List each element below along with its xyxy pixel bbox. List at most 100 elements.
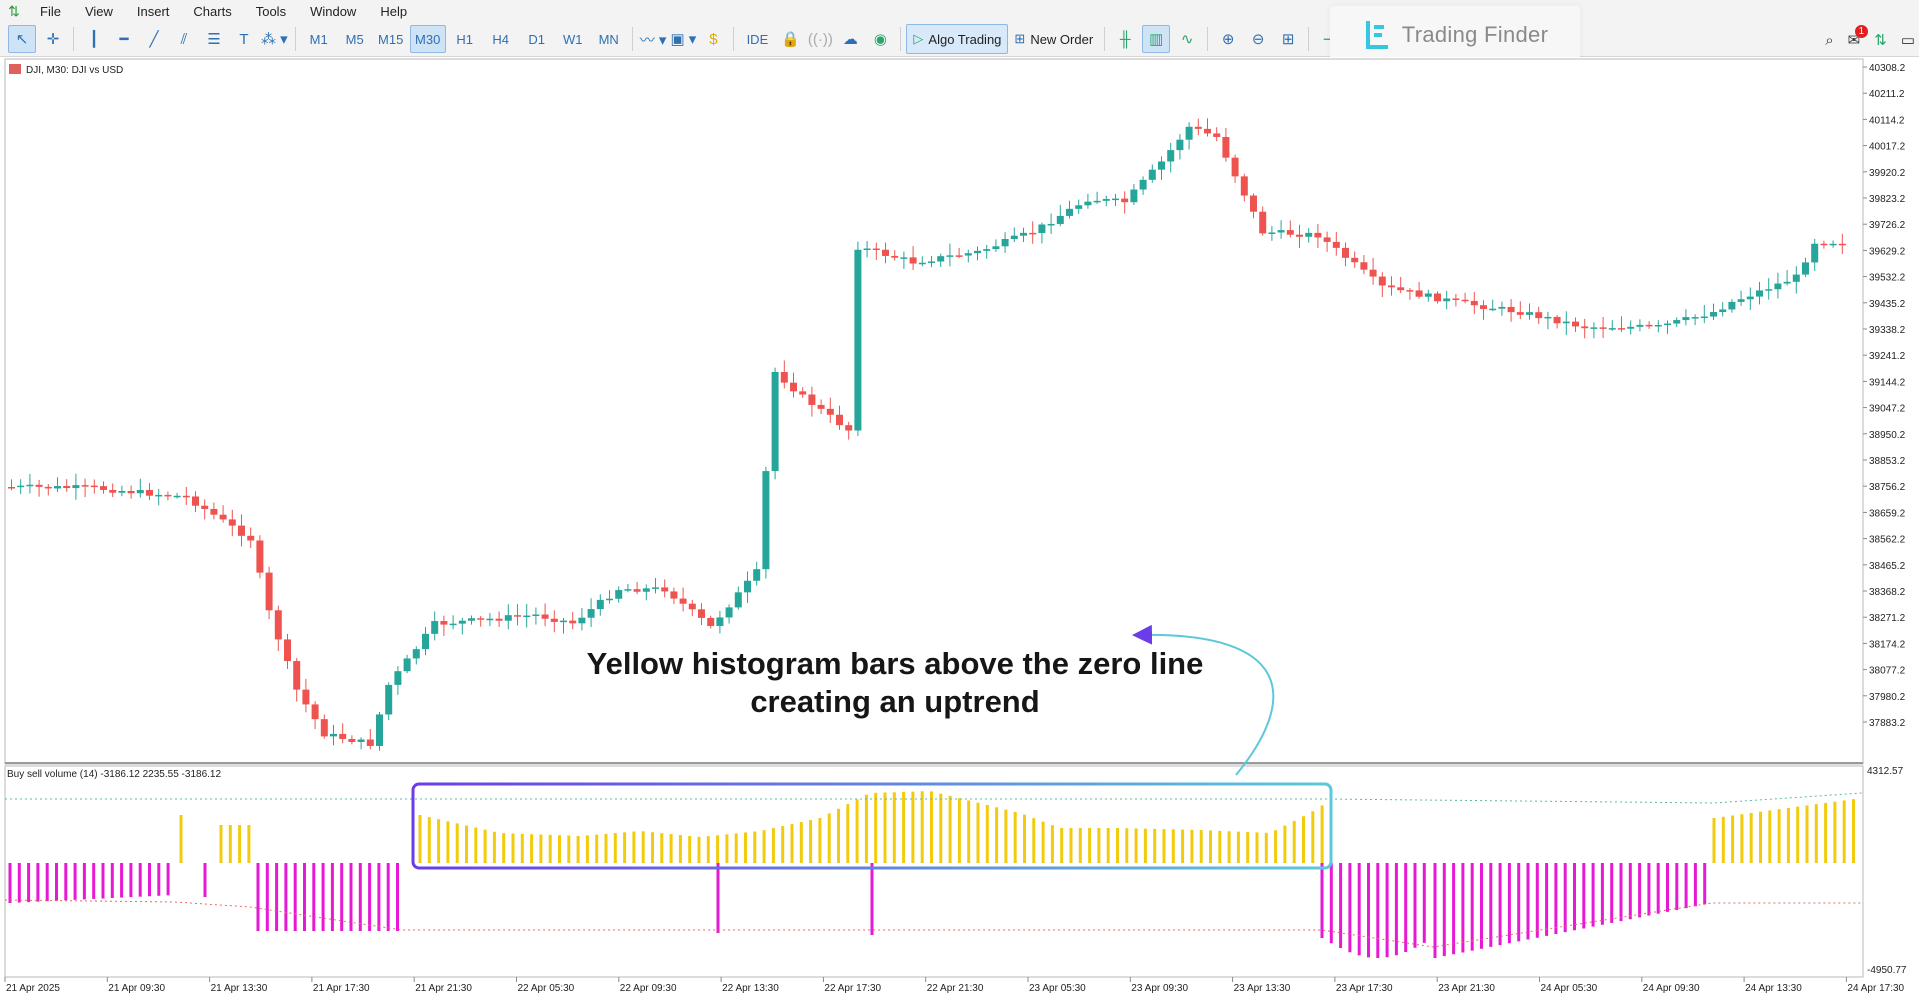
candle-body <box>596 599 604 610</box>
candle-body <box>679 598 687 604</box>
menu-help[interactable]: Help <box>368 4 419 19</box>
line-chart-icon[interactable]: ∿ <box>1174 26 1200 52</box>
menu-charts[interactable]: Charts <box>181 4 243 19</box>
timeframe-m1[interactable]: M1 <box>302 26 336 52</box>
search-icon[interactable]: ⌕ <box>1825 32 1833 49</box>
text-tool-icon[interactable]: T <box>231 26 257 52</box>
candle-body <box>928 261 935 263</box>
candle-body <box>1213 133 1221 137</box>
grid-icon[interactable]: ⊞ <box>1275 26 1301 52</box>
price-tick-label: 39726.2 <box>1869 220 1906 231</box>
candle-body <box>974 250 981 254</box>
lock-icon[interactable]: 🔒 <box>777 26 803 52</box>
candle-body <box>422 633 429 650</box>
new-order-icon: ⊞ <box>1014 31 1026 46</box>
candle-body <box>1056 215 1064 224</box>
notifications-icon[interactable]: ✉ 1 <box>1848 25 1869 49</box>
candle-body <box>320 719 328 737</box>
price-tick-label: 38174.2 <box>1869 639 1906 650</box>
candle-body <box>900 257 908 259</box>
shapes-icon[interactable]: ⁂ ▾ <box>261 26 288 52</box>
candle-body <box>201 505 209 509</box>
candle-body <box>1286 230 1294 235</box>
crosshair-icon[interactable]: ✛ <box>40 26 66 52</box>
candle-body <box>1332 241 1340 248</box>
trendline-icon[interactable]: ╱ <box>141 26 167 52</box>
candlestick-icon[interactable]: ▥ <box>1142 25 1171 53</box>
timeframe-mn[interactable]: MN <box>592 26 626 52</box>
time-tick-label: 24 Apr 09:30 <box>1643 983 1700 994</box>
channel-icon[interactable]: ⫽ <box>171 26 197 52</box>
candle-body <box>458 620 466 624</box>
candle-body <box>1443 298 1451 302</box>
chart-area[interactable]: 40308.2 40211.2 40114.2 40017.2 39920.2 39823… <box>0 57 1919 996</box>
time-tick-label: 23 Apr 05:30 <box>1029 983 1086 994</box>
candle-body <box>228 519 236 526</box>
timeframe-m5[interactable]: M5 <box>338 26 372 52</box>
timeframe-d1[interactable]: D1 <box>520 26 554 52</box>
candle-body <box>1397 287 1405 291</box>
menu-view[interactable]: View <box>73 4 125 19</box>
zoom-out-icon[interactable]: ⊖ <box>1245 26 1271 52</box>
candle-body <box>1047 223 1055 226</box>
cloud-icon[interactable]: ☁ <box>837 26 863 52</box>
time-tick-label: 23 Apr 17:30 <box>1336 983 1393 994</box>
candle-body <box>587 609 595 618</box>
candle-body <box>514 615 521 617</box>
candle-body <box>1838 243 1846 246</box>
candle-body <box>523 615 531 618</box>
fibonacci-icon[interactable]: ☰ <box>201 26 227 52</box>
candle-body <box>1139 179 1147 190</box>
candle-body <box>1194 126 1202 129</box>
bar-chart-icon[interactable]: ╫ <box>1112 26 1138 52</box>
cursor-icon[interactable]: ↖ <box>8 25 36 53</box>
price-tick-label: 39241.2 <box>1869 351 1906 362</box>
timeframe-w1[interactable]: W1 <box>556 26 590 52</box>
candle-body <box>716 617 724 626</box>
symbol-label: DJI, M30: DJI vs USD <box>26 65 123 76</box>
candle-body <box>1535 312 1543 319</box>
indicators-icon[interactable]: 〰 ▾ <box>640 26 667 52</box>
candle-body <box>606 598 613 601</box>
candle-body <box>882 249 889 256</box>
menu-file[interactable]: File <box>28 4 73 19</box>
time-tick-label: 24 Apr 13:30 <box>1745 983 1802 994</box>
timeframe-m30[interactable]: M30 <box>409 25 446 53</box>
menu-insert[interactable]: Insert <box>125 4 182 19</box>
candle-body <box>1185 126 1193 140</box>
signals-icon[interactable]: $ <box>700 26 726 52</box>
signal-icon[interactable]: ⇅ <box>1874 31 1887 49</box>
candle-body <box>633 589 641 592</box>
toolbar-separator <box>631 27 633 51</box>
candle-body <box>854 249 862 431</box>
candle-body <box>1636 324 1644 327</box>
candle-body <box>1378 276 1386 286</box>
vertical-line-icon[interactable]: ┃ <box>81 26 107 52</box>
price-tick-label: 39823.2 <box>1869 194 1906 205</box>
menu-tools[interactable]: Tools <box>244 4 298 19</box>
timeframe-h4[interactable]: H4 <box>484 26 518 52</box>
candle-body <box>256 540 264 573</box>
candle-body <box>357 739 365 742</box>
vps-icon[interactable]: ◉ <box>867 26 893 52</box>
candle-body <box>1691 317 1699 319</box>
zoom-in-icon[interactable]: ⊕ <box>1215 26 1241 52</box>
algo-trading-button[interactable]: ▷ Algo Trading <box>906 24 1009 54</box>
candle-body <box>1406 290 1414 292</box>
candle-body <box>734 592 742 608</box>
candle-body <box>725 607 733 618</box>
candle-body <box>348 738 356 742</box>
horizontal-line-icon[interactable]: ━ <box>111 26 137 52</box>
window-toggle-icon[interactable]: ▭ <box>1901 31 1915 49</box>
candle-body <box>1719 309 1727 313</box>
timeframe-m15[interactable]: M15 <box>374 26 408 52</box>
signal-strength-icon[interactable]: ((·)) <box>807 26 833 52</box>
timeframe-h1[interactable]: H1 <box>448 26 482 52</box>
menu-window[interactable]: Window <box>298 4 368 19</box>
ide-button[interactable]: IDE <box>740 26 774 52</box>
templates-icon[interactable]: ▣ ▾ <box>670 26 696 52</box>
time-tick-label: 22 Apr 13:30 <box>722 983 779 994</box>
new-order-button[interactable]: ⊞ New Order <box>1008 25 1099 53</box>
candle-body <box>192 496 199 506</box>
candle-body <box>1424 293 1432 297</box>
